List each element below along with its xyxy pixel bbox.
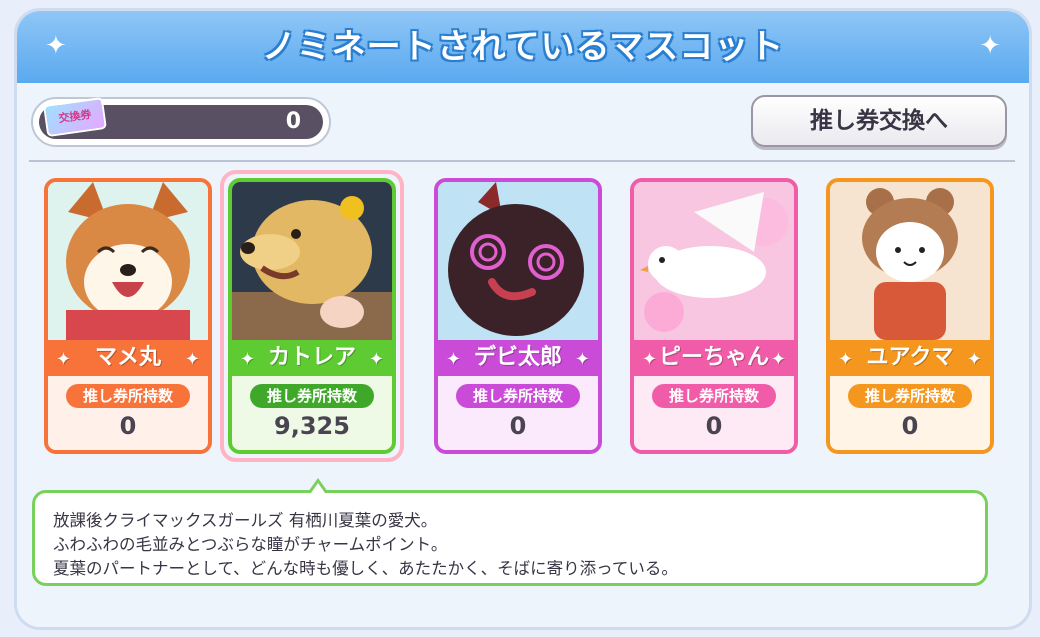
sparkle-icon: ✦: [574, 349, 590, 370]
sparkle-icon: ✦: [56, 349, 72, 370]
white-dove-icon: [634, 182, 794, 340]
description-line: 夏葉のパートナーとして、どんな時も優しく、あたたかく、そばに寄り添っている。: [53, 559, 678, 578]
oshi-ticket-count: 0: [509, 412, 527, 440]
sparkle-icon: ✦: [240, 349, 256, 370]
mascot-name: ユアクマ: [866, 345, 954, 370]
page-title: ノミネートされているマスコット: [261, 27, 785, 67]
sparkle-icon: ✦: [368, 349, 384, 370]
mascot-card-yuakuma[interactable]: ✦ ユアクマ ✦ 推し券所持数 0: [826, 178, 994, 454]
sparkle-icon: ✦: [838, 349, 854, 370]
header-banner: ✦ ノミネートされているマスコット ✦: [17, 11, 1029, 83]
mascot-card-mameмaru[interactable]: ✦ マメ丸 ✦ 推し券所持数 0: [44, 178, 212, 454]
mascot-name: マメ丸: [94, 345, 161, 370]
sparkle-icon: ✦: [966, 349, 982, 370]
sparkle-icon: ✦: [979, 31, 1001, 61]
mascot-card-katorea[interactable]: ✦ カトレア ✦ 推し券所持数 9,325: [228, 178, 396, 454]
sparkle-icon: ✦: [642, 349, 658, 370]
mascot-name: カトレア: [267, 345, 356, 370]
mascot-card-debitaro[interactable]: ✦ デビ太郎 ✦ 推し券所持数 0: [434, 178, 602, 454]
oshi-ticket-label: 推し券所持数: [848, 384, 972, 408]
description-line: ふわふわの毛並みとつぶらな瞳がチャームポイント。: [53, 535, 448, 554]
exchange-ticket-icon: 交換券: [43, 96, 107, 138]
sparkle-icon: ✦: [770, 349, 786, 370]
oshi-ticket-label: 推し券所持数: [66, 384, 190, 408]
mascot-name: デビ太郎: [473, 345, 562, 370]
oshi-ticket-count: 9,325: [274, 412, 350, 440]
ticket-counter: 交換券 0: [31, 96, 331, 147]
oshi-ticket-label: 推し券所持数: [456, 384, 580, 408]
oshi-ticket-count: 0: [119, 412, 137, 440]
description-line: 放課後クライマックスガールズ 有栖川夏葉の愛犬。: [53, 511, 438, 530]
divider: [29, 160, 1015, 162]
mascot-description: 放課後クライマックスガールズ 有栖川夏葉の愛犬。 ふわふわの毛並みとつぶらな瞳が…: [32, 490, 988, 586]
mascot-name: ピーちゃん: [658, 345, 769, 370]
oshi-ticket-label: 推し券所持数: [652, 384, 776, 408]
shiba-dog-icon: [48, 182, 208, 340]
oshi-ticket-count: 0: [705, 412, 723, 440]
oshi-ticket-count: 0: [901, 412, 919, 440]
mascot-card-pi-chan[interactable]: ✦ ピーちゃん ✦ 推し券所持数 0: [630, 178, 798, 454]
sparkle-icon: ✦: [446, 349, 462, 370]
sparkle-icon: ✦: [184, 349, 200, 370]
golden-retriever-icon: [232, 182, 392, 340]
ticket-count: 0: [285, 109, 301, 134]
bear-hood-icon: [830, 182, 990, 340]
devil-blob-icon: [438, 182, 598, 340]
exchange-oshi-ticket-button[interactable]: 推し券交換へ: [751, 95, 1007, 147]
oshi-ticket-label: 推し券所持数: [250, 384, 374, 408]
